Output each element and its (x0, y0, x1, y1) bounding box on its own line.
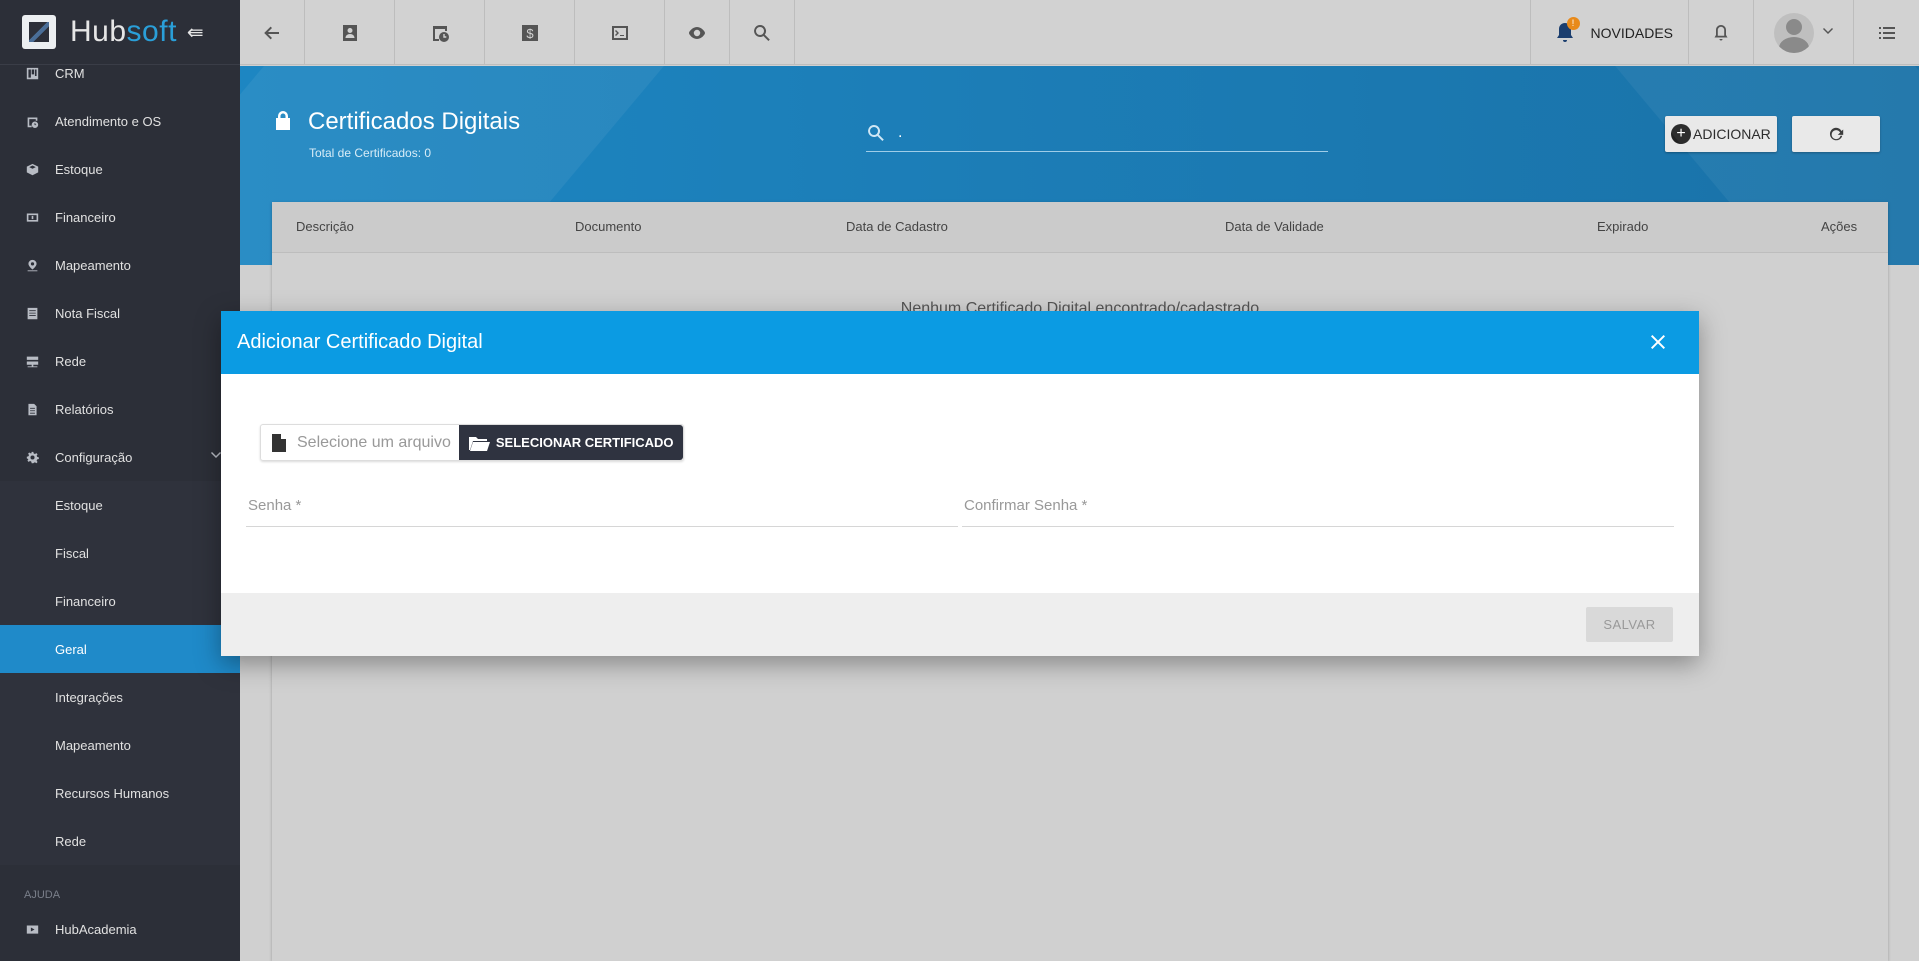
confirm-password-label: Confirmar Senha * (964, 497, 1088, 514)
folder-open-icon (468, 436, 490, 451)
select-certificate-button[interactable]: SELECIONAR CERTIFICADO (458, 425, 683, 460)
add-certificate-dialog: Adicionar Certificado Digital Selecione … (221, 311, 1699, 656)
close-icon (1651, 335, 1665, 349)
confirm-password-field[interactable]: Confirmar Senha * (962, 487, 1674, 527)
file-icon (261, 425, 297, 460)
file-placeholder: Selecione um arquivo (297, 433, 451, 451)
close-button[interactable] (1647, 331, 1669, 358)
save-button[interactable]: SALVAR (1586, 607, 1673, 642)
password-label: Senha * (248, 497, 302, 514)
dialog-body: Selecione um arquivo SELECIONAR CERTIFIC… (221, 374, 1699, 593)
dialog-footer: SALVAR (221, 593, 1699, 656)
select-certificate-label: SELECIONAR CERTIFICADO (495, 435, 674, 450)
file-picker[interactable]: Selecione um arquivo SELECIONAR CERTIFIC… (260, 424, 684, 461)
dialog-header: Adicionar Certificado Digital (221, 311, 1699, 374)
dialog-title: Adicionar Certificado Digital (237, 331, 483, 353)
password-field[interactable]: Senha * (246, 487, 958, 527)
